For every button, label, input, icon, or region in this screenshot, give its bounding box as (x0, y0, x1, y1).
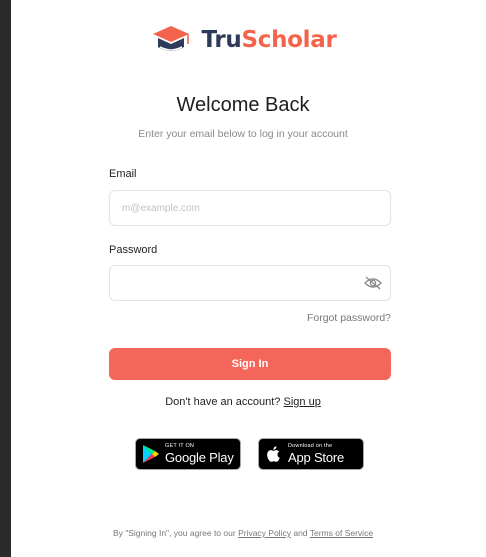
page-title: Welcome Back (176, 94, 310, 116)
google-play-small-text: GET IT ON (165, 442, 195, 449)
sign-up-link[interactable]: Sign up (284, 396, 321, 408)
password-label: Password (109, 244, 158, 256)
legal-notice: By "Signing In", you agree to our Privac… (0, 528, 486, 538)
email-label: Email (109, 168, 137, 180)
app-store-small-text: Download on the (288, 442, 333, 449)
legal-and: and (293, 528, 308, 538)
app-store-badge[interactable]: Download on the App Store (258, 438, 364, 470)
google-play-badge[interactable]: GET IT ON Google Play (135, 438, 241, 470)
sign-in-button[interactable]: Sign In (109, 348, 391, 380)
signup-prompt: Don't have an account? (165, 396, 281, 408)
google-play-big-text: Google Play (165, 450, 234, 466)
privacy-policy-link[interactable]: Privacy Policy (238, 528, 291, 538)
signup-row: Don't have an account? Sign up (0, 396, 486, 408)
apple-icon (267, 446, 280, 462)
graduation-cap-icon (153, 26, 190, 51)
brand-name-part1: Tru (201, 27, 242, 53)
app-store-big-text: App Store (288, 450, 345, 466)
brand-logo: TruScholar (0, 22, 486, 58)
eye-off-icon[interactable] (363, 275, 383, 291)
terms-of-service-link[interactable]: Terms of Service (310, 528, 373, 538)
forgot-password-link[interactable]: Forgot password? (240, 312, 391, 324)
brand-name-part2: Scholar (241, 27, 337, 53)
window-edge-bar (0, 0, 11, 557)
legal-prefix: By "Signing In", you agree to our (112, 528, 236, 538)
email-input[interactable] (109, 190, 391, 226)
google-play-icon (143, 445, 159, 463)
page-subtitle: Enter your email below to log in your ac… (138, 128, 348, 140)
password-input[interactable] (109, 265, 391, 301)
